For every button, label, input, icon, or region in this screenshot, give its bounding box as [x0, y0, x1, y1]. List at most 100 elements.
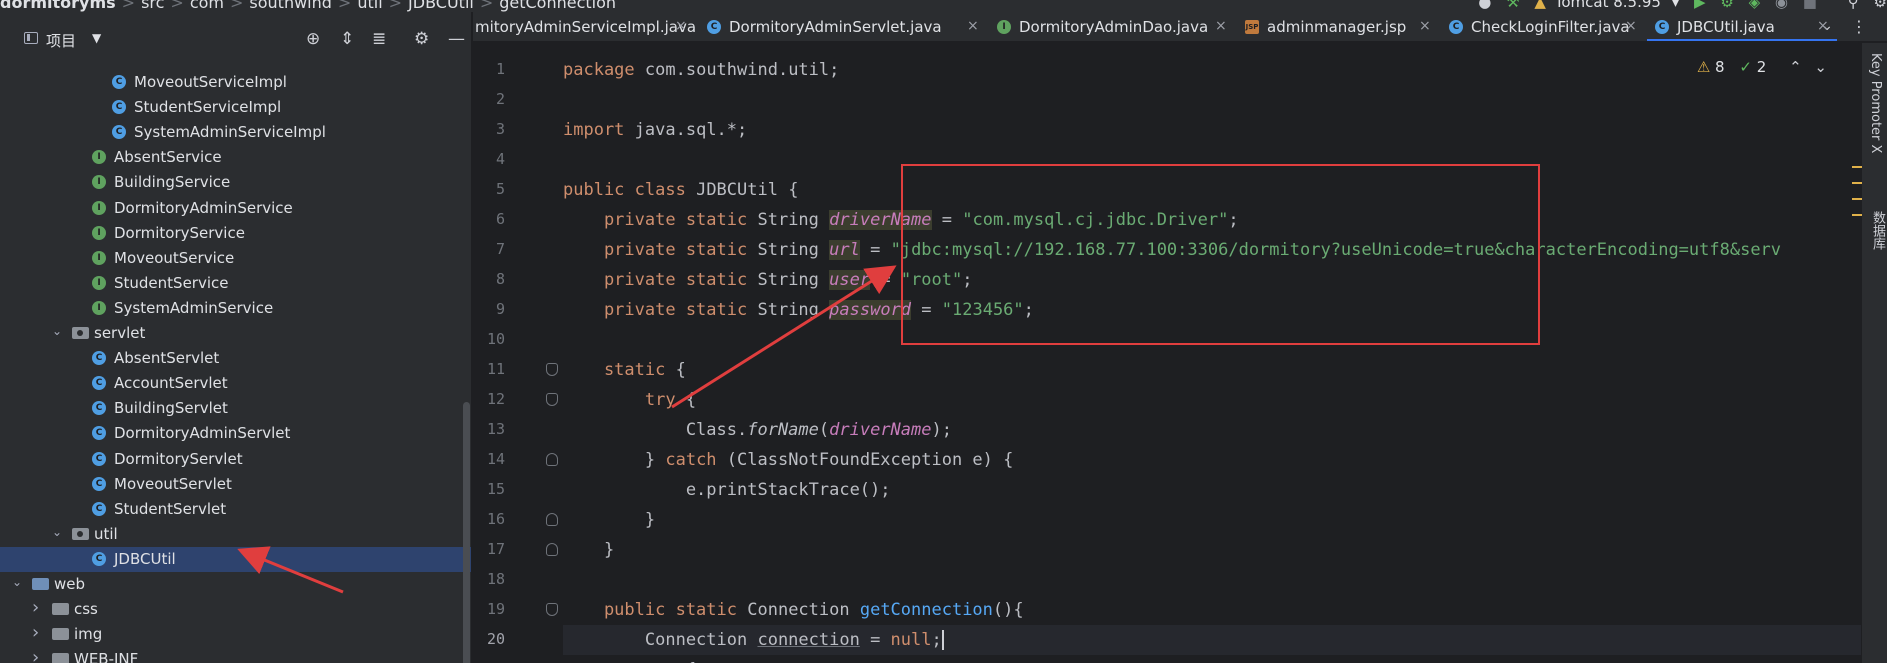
tree-item[interactable]: › css	[0, 597, 471, 622]
warning-marker[interactable]	[1852, 166, 1862, 168]
tree-item[interactable]: I AbsentService	[0, 145, 471, 170]
tree-item[interactable]: ⌄ servlet	[0, 321, 471, 346]
tree-item[interactable]: C DormitoryServlet	[0, 447, 471, 472]
tree-item[interactable]: C StudentServlet	[0, 497, 471, 522]
tree-item[interactable]: C SystemAdminServiceImpl	[0, 120, 471, 145]
chevron-right-icon[interactable]: ›	[32, 622, 39, 643]
fold-marker-icon[interactable]	[546, 393, 558, 406]
close-icon[interactable]: ×	[1215, 18, 1227, 34]
warning-marker[interactable]	[1852, 182, 1862, 184]
editor-tab[interactable]: C DormitoryAdminServlet.java ×	[699, 12, 987, 41]
editor-tab[interactable]: JSP adminmanager.jsp ×	[1237, 12, 1439, 41]
warning-marker[interactable]	[1852, 214, 1862, 216]
close-icon[interactable]: ×	[1817, 18, 1829, 34]
close-icon[interactable]: ×	[1419, 18, 1431, 34]
code-line[interactable]: package com.southwind.util;	[563, 55, 1863, 85]
tree-item[interactable]: C DormitoryAdminServlet	[0, 421, 471, 446]
code-line[interactable]: public static Connection getConnection()…	[563, 595, 1863, 625]
breadcrumb-item[interactable]: dormitoryms	[0, 0, 116, 12]
code-line[interactable]: try {	[563, 385, 1863, 415]
editor-tab[interactable]: I DormitoryAdminDao.java ×	[989, 12, 1235, 41]
fold-marker-icon[interactable]	[546, 543, 558, 556]
close-icon[interactable]: ×	[1625, 18, 1637, 34]
hammer-icon[interactable]: ⚒	[1506, 0, 1519, 11]
code-line[interactable]: import java.sql.*;	[563, 115, 1863, 145]
code-line[interactable]: e.printStackTrace();	[563, 475, 1863, 505]
tree-item[interactable]: I StudentService	[0, 271, 471, 296]
breadcrumb-item[interactable]: util	[357, 0, 382, 12]
coverage-icon[interactable]: ◈	[1749, 0, 1761, 11]
gear-icon[interactable]: ⚙	[414, 30, 429, 48]
warning-marker[interactable]	[1852, 198, 1862, 200]
chevron-down-icon[interactable]: ⌄	[12, 575, 22, 589]
tree-item[interactable]: C StudentServiceImpl	[0, 95, 471, 120]
chevron-right-icon[interactable]: ›	[32, 647, 39, 663]
code-line[interactable]: static {	[563, 355, 1863, 385]
code-editor[interactable]: package com.southwind.util; import java.s…	[563, 43, 1863, 663]
code-line[interactable]: }	[563, 505, 1863, 535]
code-line[interactable]: Connection connection = null;	[563, 625, 1863, 655]
editor-tab[interactable]: C CheckLoginFilter.java ×	[1441, 12, 1645, 41]
tree-item[interactable]: I DormitoryAdminService	[0, 196, 471, 221]
debug-icon[interactable]: ⚙	[1720, 0, 1733, 11]
tree-item[interactable]: C MoveoutServiceImpl	[0, 70, 471, 95]
sidebar-scrollbar[interactable]	[463, 402, 470, 663]
tree-item[interactable]: C JDBCUtil	[0, 546, 471, 572]
expand-all-icon[interactable]: ⇕	[340, 30, 354, 48]
web-folder-icon	[32, 578, 49, 590]
chevron-down-icon[interactable]: ⌄	[52, 525, 62, 539]
breadcrumb-item[interactable]: getConnection	[499, 0, 616, 12]
code-line[interactable]	[563, 85, 1863, 115]
code-line[interactable]: try {	[563, 655, 1863, 663]
project-view-title[interactable]: 项目	[46, 30, 76, 51]
code-line[interactable]	[563, 565, 1863, 595]
locate-icon[interactable]: ⊕	[306, 30, 320, 48]
search-icon[interactable]: ⚲	[1848, 0, 1859, 11]
inspection-widget[interactable]: ⚠ 8 ✓ 2 ⌃ ⌄	[1697, 58, 1827, 76]
tree-item[interactable]: I DormitoryService	[0, 221, 471, 246]
tree-item[interactable]: › img	[0, 622, 471, 647]
gear-icon[interactable]: ⚙	[1874, 0, 1887, 11]
profile-icon[interactable]: ◉	[1775, 0, 1788, 11]
code-token: password	[829, 300, 912, 320]
more-icon[interactable]: ⋮	[1851, 17, 1867, 36]
code-line[interactable]: }	[563, 535, 1863, 565]
editor-tab[interactable]: C JDBCUtil.java ×	[1647, 12, 1837, 41]
chevron-down-icon[interactable]: ▼	[92, 31, 101, 45]
tree-item[interactable]: C BuildingServlet	[0, 396, 471, 421]
close-icon[interactable]: ×	[967, 18, 979, 34]
tree-item[interactable]: I SystemAdminService	[0, 296, 471, 321]
tree-item[interactable]: ⌄ util	[0, 522, 471, 547]
tree-item[interactable]: I MoveoutService	[0, 246, 471, 271]
code-line[interactable]: } catch (ClassNotFoundException e) {	[563, 445, 1863, 475]
chevron-down-icon[interactable]: ⌄	[1814, 58, 1827, 76]
fold-marker-icon[interactable]	[546, 363, 558, 376]
breadcrumb-item[interactable]: src	[141, 0, 164, 12]
hide-icon[interactable]: —	[448, 30, 465, 48]
tree-item[interactable]: ⌄ web	[0, 572, 471, 597]
breadcrumb-item[interactable]: com	[190, 0, 224, 12]
key-promoter-tab[interactable]: Key Promoter X	[1868, 53, 1883, 153]
stop-icon[interactable]: ■	[1803, 0, 1817, 11]
tree-item[interactable]: › WEB-INF	[0, 647, 471, 663]
tree-item[interactable]: I BuildingService	[0, 170, 471, 195]
collapse-all-icon[interactable]: ≣	[372, 30, 386, 48]
breadcrumb-item[interactable]: southwind	[249, 0, 332, 12]
tree-item[interactable]: C MoveoutServlet	[0, 472, 471, 497]
chevron-down-icon[interactable]: ⌄	[52, 324, 62, 338]
breadcrumb-item[interactable]: JDBCUtil	[408, 0, 474, 12]
editor-tab[interactable]: mitoryAdminServiceImpl.java ×	[473, 12, 696, 41]
fold-marker-icon[interactable]	[546, 513, 558, 526]
database-tab[interactable]: 数据库	[1868, 211, 1887, 250]
fold-marker-icon[interactable]	[546, 453, 558, 466]
fold-marker-icon[interactable]	[546, 603, 558, 616]
close-icon[interactable]: ×	[675, 18, 687, 34]
chevron-up-icon[interactable]: ⌃	[1789, 58, 1802, 76]
run-icon[interactable]: ▶	[1694, 0, 1706, 11]
tree-item[interactable]: C AccountServlet	[0, 371, 471, 396]
run-config-selector[interactable]: ▲ Tomcat 8.5.95 ▾	[1534, 0, 1684, 11]
tree-item[interactable]: C AbsentServlet	[0, 346, 471, 371]
code-line[interactable]: Class.forName(driverName);	[563, 415, 1863, 445]
chevron-right-icon[interactable]: ›	[32, 597, 39, 618]
user-icon[interactable]: ●	[1478, 0, 1491, 11]
